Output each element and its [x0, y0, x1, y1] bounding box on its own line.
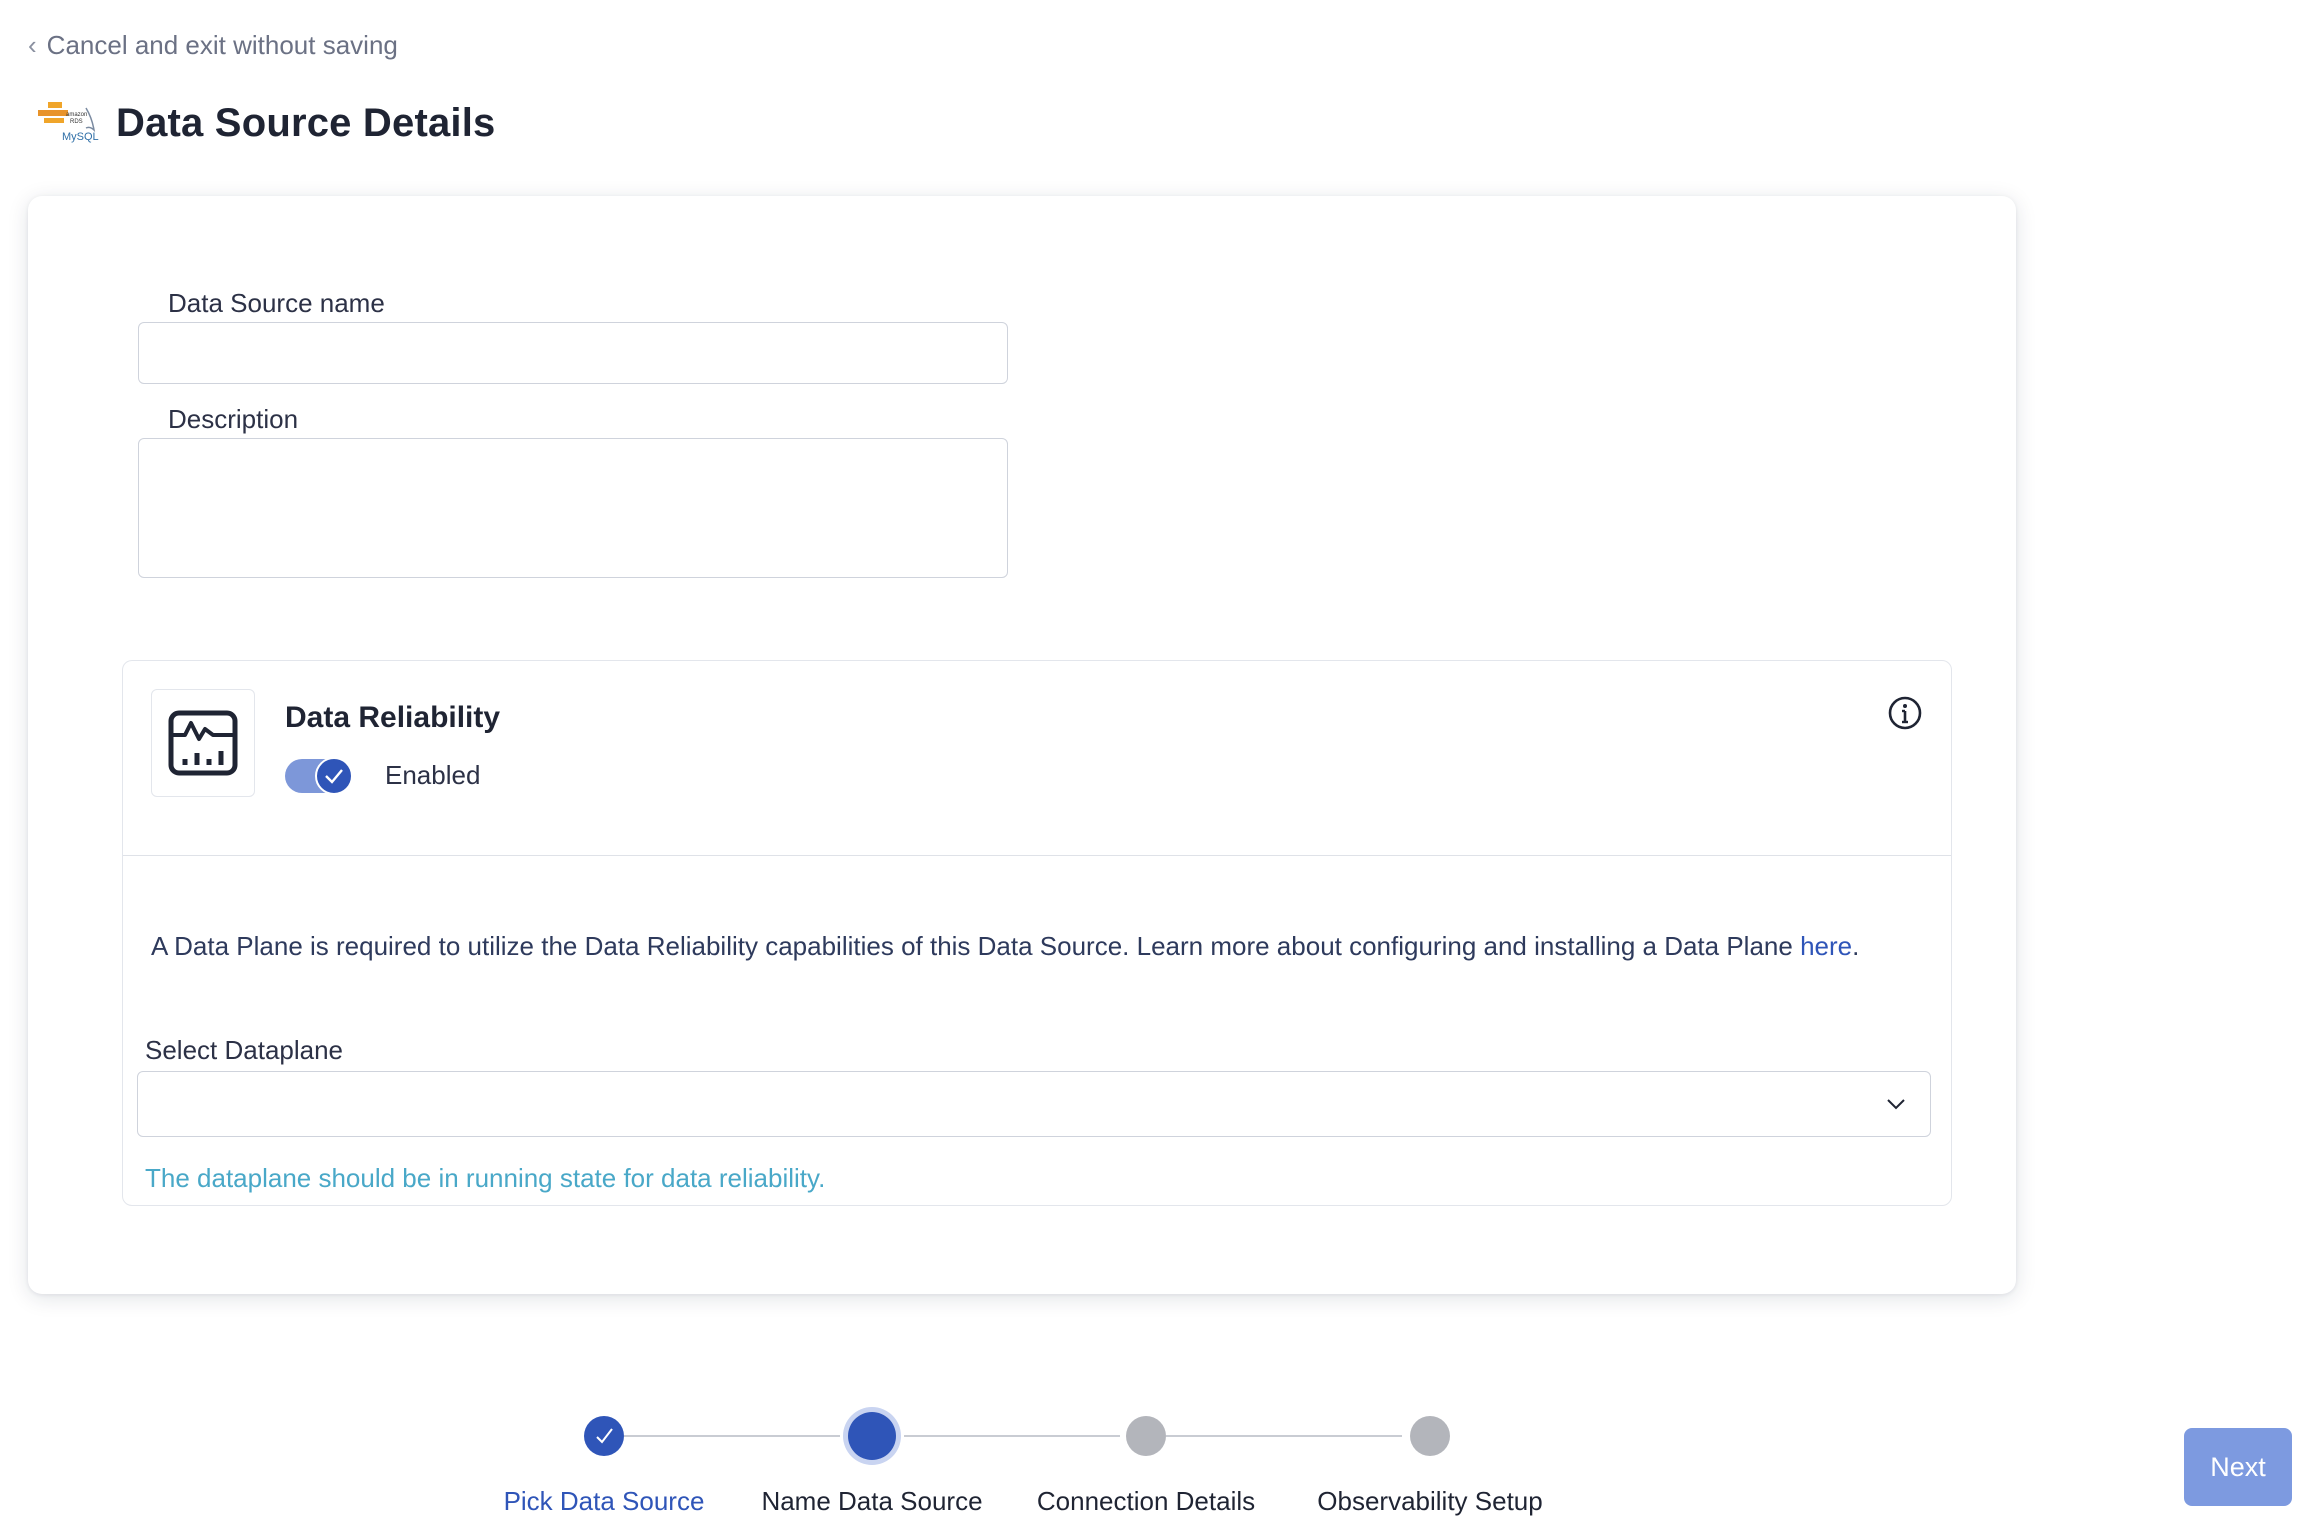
data-source-name-input[interactable]	[138, 322, 1008, 384]
select-dataplane-label: Select Dataplane	[145, 1035, 344, 1065]
reliability-title: Data Reliability	[285, 701, 501, 734]
chevron-down-icon	[1887, 1099, 1905, 1110]
svg-text:amazon: amazon	[66, 112, 87, 118]
chevron-left-icon: ‹	[28, 30, 37, 60]
step-connector	[624, 1435, 840, 1437]
step-label-name-data-source[interactable]: Name Data Source	[761, 1486, 982, 1517]
description-field-label: Description	[168, 404, 299, 434]
dataplane-hint: The dataplane should be in running state…	[145, 1163, 826, 1193]
step-label-pick-data-source[interactable]: Pick Data Source	[504, 1486, 705, 1517]
description-textarea[interactable]	[138, 438, 1008, 578]
step-connector	[904, 1435, 1120, 1437]
cancel-exit-link[interactable]: ‹ Cancel and exit without saving	[28, 30, 398, 61]
data-reliability-panel: Data Reliability Enabled A Data Plane is…	[122, 660, 1952, 1206]
notice-text: A Data Plane is required to utilize the …	[151, 931, 1801, 961]
step-3-dot[interactable]	[1126, 1416, 1166, 1456]
amazon-rds-mysql-logo: amazon RDS MySQL	[34, 100, 102, 146]
next-button[interactable]: Next	[2184, 1428, 2292, 1506]
step-1-check-icon[interactable]	[584, 1416, 624, 1456]
dataplane-notice: A Data Plane is required to utilize the …	[151, 931, 1859, 962]
svg-text:RDS: RDS	[70, 119, 83, 125]
step-4-dot[interactable]	[1410, 1416, 1450, 1456]
notice-here-link[interactable]: here	[1800, 931, 1852, 961]
chart-monitor-icon	[151, 689, 255, 797]
info-icon[interactable]	[1887, 695, 1923, 731]
name-field-label: Data Source name	[168, 288, 385, 318]
step-label-connection-details[interactable]: Connection Details	[1037, 1486, 1255, 1517]
reliability-toggle[interactable]	[285, 757, 353, 795]
notice-period: .	[1852, 931, 1860, 961]
details-card: Data Source name Description Data Reliab…	[28, 196, 2016, 1294]
dataplane-select[interactable]	[137, 1071, 1931, 1137]
toggle-label: Enabled	[385, 760, 481, 790]
cancel-exit-label: Cancel and exit without saving	[46, 30, 398, 60]
step-2-current-dot[interactable]	[848, 1412, 896, 1460]
page-header: amazon RDS MySQL Data Source Details	[34, 100, 496, 146]
reliability-header: Data Reliability Enabled	[123, 661, 1951, 856]
toggle-check-icon	[315, 757, 353, 795]
progress-stepper: Pick Data Source Name Data Source Connec…	[0, 1400, 2300, 1540]
page-title: Data Source Details	[116, 100, 496, 145]
svg-text:MySQL: MySQL	[62, 131, 99, 143]
step-label-observability-setup[interactable]: Observability Setup	[1317, 1486, 1542, 1517]
step-connector	[1166, 1435, 1402, 1437]
